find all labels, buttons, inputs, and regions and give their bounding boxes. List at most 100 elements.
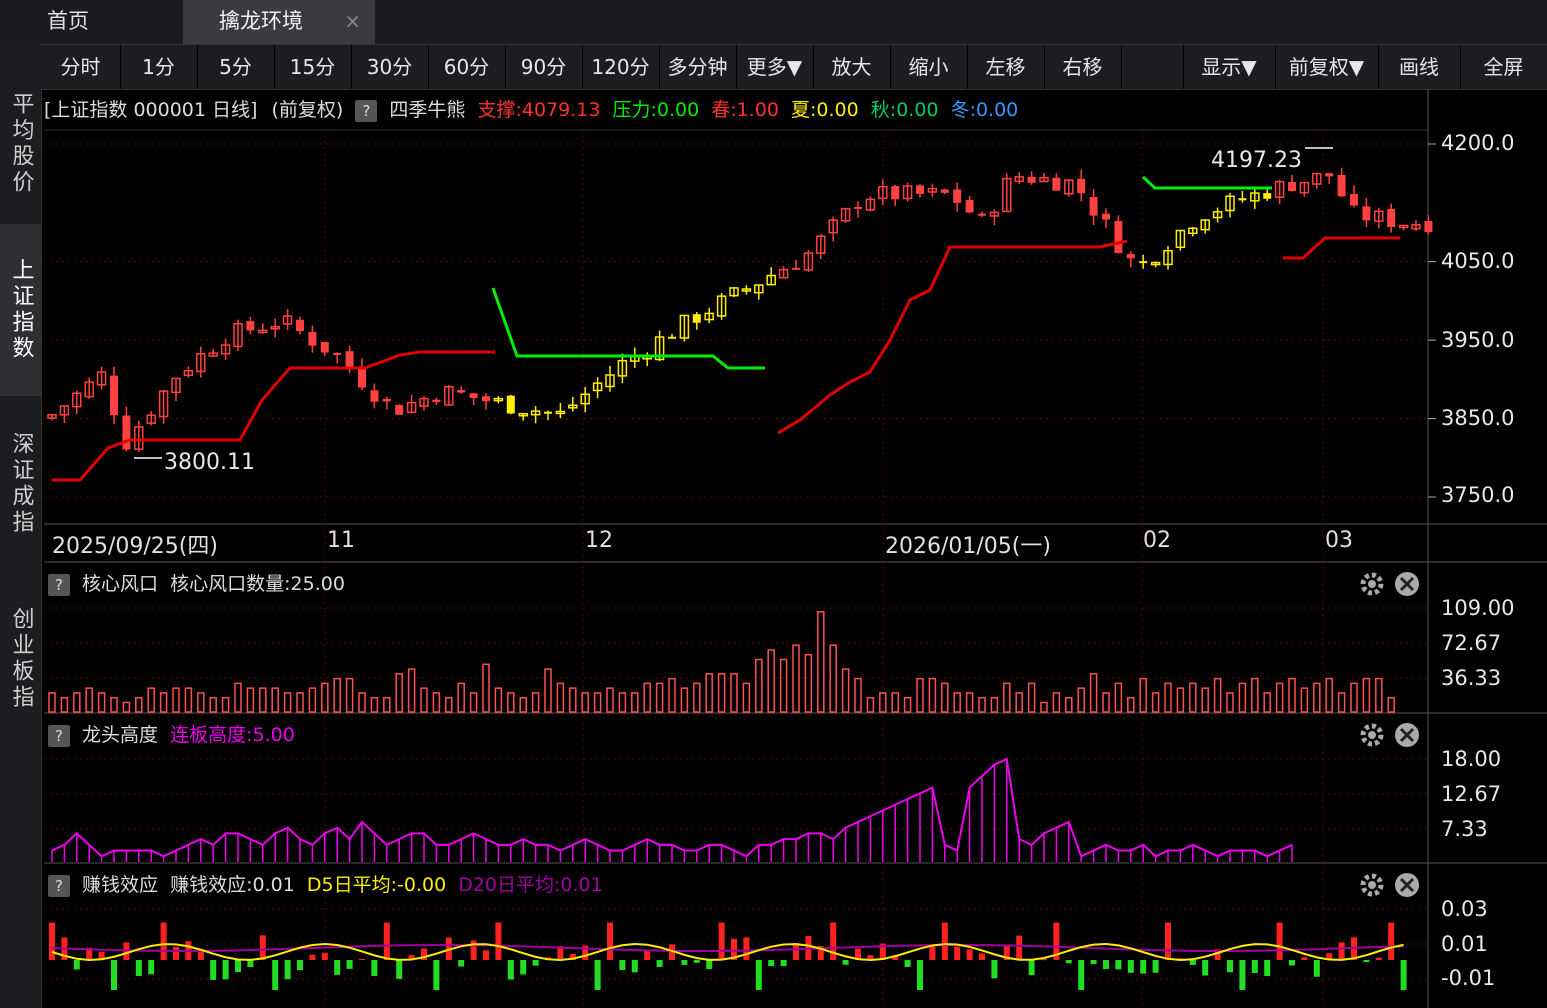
profit-bar bbox=[1363, 960, 1370, 963]
volume-bar bbox=[990, 696, 999, 713]
volume-bar bbox=[1089, 673, 1098, 713]
axis-label: 109.00 bbox=[1441, 596, 1515, 620]
candle-body bbox=[110, 375, 118, 416]
close-icon[interactable] bbox=[1395, 723, 1419, 747]
profit-bar bbox=[297, 960, 303, 971]
profit-bar bbox=[235, 960, 241, 973]
volume-bar bbox=[147, 687, 155, 713]
volume-bar bbox=[395, 673, 403, 713]
gear-icon[interactable] bbox=[1360, 572, 1384, 596]
volume-bar bbox=[879, 692, 887, 713]
candle-body bbox=[544, 411, 552, 414]
panel1-controls bbox=[1356, 569, 1436, 599]
date-label: 03 bbox=[1325, 528, 1353, 553]
volume-bar bbox=[928, 677, 937, 713]
profit-bar bbox=[693, 960, 700, 963]
profit-bar bbox=[991, 960, 998, 979]
panel-title: 核心风口 bbox=[82, 573, 159, 595]
help-icon[interactable]: ? bbox=[48, 573, 70, 596]
candle-body bbox=[308, 332, 317, 346]
pressure-line bbox=[1141, 175, 1272, 190]
candle-body bbox=[1027, 176, 1036, 183]
volume-bar bbox=[172, 687, 180, 713]
close-icon[interactable] bbox=[1395, 572, 1419, 596]
d20-line bbox=[51, 944, 1404, 952]
profit-bar bbox=[433, 960, 440, 990]
panel-value: 赚钱效应:0.01 bbox=[170, 874, 295, 896]
axis-label: 12.67 bbox=[1441, 782, 1502, 806]
volume-bar bbox=[420, 687, 428, 713]
volume-bar bbox=[271, 687, 279, 713]
volume-bar bbox=[755, 658, 763, 713]
candle-body bbox=[122, 415, 131, 450]
volume-bar bbox=[556, 682, 565, 713]
profit-bar bbox=[780, 960, 787, 967]
price-axis-label: 3950.0 bbox=[1441, 328, 1515, 352]
volume-bar bbox=[1201, 687, 1209, 713]
volume-bar bbox=[655, 682, 664, 713]
axis-label: 72.67 bbox=[1441, 631, 1502, 655]
panel-dragon-header: ? 龙头高度 连板高度:5.00 bbox=[44, 716, 1427, 754]
volume-bar bbox=[1362, 677, 1371, 713]
help-icon[interactable]: ? bbox=[48, 874, 70, 897]
gear-icon[interactable] bbox=[1360, 723, 1384, 747]
profit-bar bbox=[718, 922, 725, 960]
price-axis-label: 4200.0 bbox=[1441, 131, 1515, 155]
volume-bar bbox=[531, 692, 540, 713]
volume-bar bbox=[965, 692, 974, 713]
date-label: 2026/01/05(一) bbox=[885, 534, 1051, 559]
d20-value: D20日平均:0.01 bbox=[458, 874, 603, 896]
profit-bar bbox=[1264, 960, 1271, 976]
candle-body bbox=[1325, 173, 1334, 177]
profit-bar bbox=[483, 950, 489, 960]
profit-bar bbox=[1127, 960, 1134, 973]
profit-bar bbox=[210, 960, 217, 980]
volume-bar bbox=[643, 682, 651, 713]
candle-body bbox=[1424, 221, 1433, 233]
kline-chart-canvas[interactable] bbox=[0, 0, 1547, 1008]
d5-line bbox=[51, 942, 1404, 962]
profit-bar bbox=[743, 937, 750, 960]
volume-bar bbox=[1350, 682, 1358, 713]
profit-bar bbox=[619, 960, 626, 970]
profit-bar bbox=[148, 960, 155, 975]
volume-bar bbox=[370, 696, 379, 713]
profit-bar bbox=[1140, 960, 1147, 974]
volume-bar bbox=[1251, 677, 1259, 713]
volume-bar bbox=[519, 696, 527, 713]
volume-bar bbox=[494, 687, 503, 713]
profit-bar bbox=[247, 960, 254, 967]
candle-body bbox=[668, 336, 676, 339]
volume-bar bbox=[891, 692, 899, 713]
close-icon[interactable] bbox=[1395, 873, 1419, 897]
volume-bar bbox=[1065, 696, 1073, 713]
volume-bar bbox=[978, 696, 986, 713]
profit-bar bbox=[160, 922, 167, 960]
candle-body bbox=[940, 189, 949, 193]
volume-bar bbox=[593, 692, 602, 713]
profit-bar bbox=[929, 946, 936, 960]
volume-bar bbox=[60, 696, 69, 713]
profit-bar bbox=[594, 960, 601, 990]
profit-bar bbox=[904, 960, 911, 967]
candle-body bbox=[854, 206, 862, 209]
profit-bar bbox=[1202, 960, 1209, 976]
volume-bar bbox=[1077, 687, 1085, 713]
help-icon[interactable]: ? bbox=[48, 724, 70, 747]
volume-bar bbox=[631, 692, 639, 713]
date-label: 12 bbox=[585, 528, 613, 553]
profit-bar bbox=[111, 960, 117, 990]
volume-bar bbox=[1238, 682, 1247, 713]
profit-bar bbox=[284, 960, 291, 980]
volume-bar bbox=[1325, 677, 1333, 713]
profit-bar bbox=[1400, 960, 1407, 990]
profit-bar bbox=[1289, 960, 1295, 966]
profit-bar bbox=[1090, 960, 1097, 965]
axis-label: 7.33 bbox=[1441, 817, 1488, 841]
panel-profit-header: ? 赚钱效应 赚钱效应:0.01 D5日平均:-0.00 D20日平均:0.01 bbox=[44, 866, 1427, 904]
profit-bar bbox=[173, 946, 179, 960]
profit-bar bbox=[1028, 960, 1035, 976]
volume-bar bbox=[457, 682, 465, 713]
profit-bar bbox=[197, 950, 204, 960]
gear-icon[interactable] bbox=[1360, 873, 1384, 897]
